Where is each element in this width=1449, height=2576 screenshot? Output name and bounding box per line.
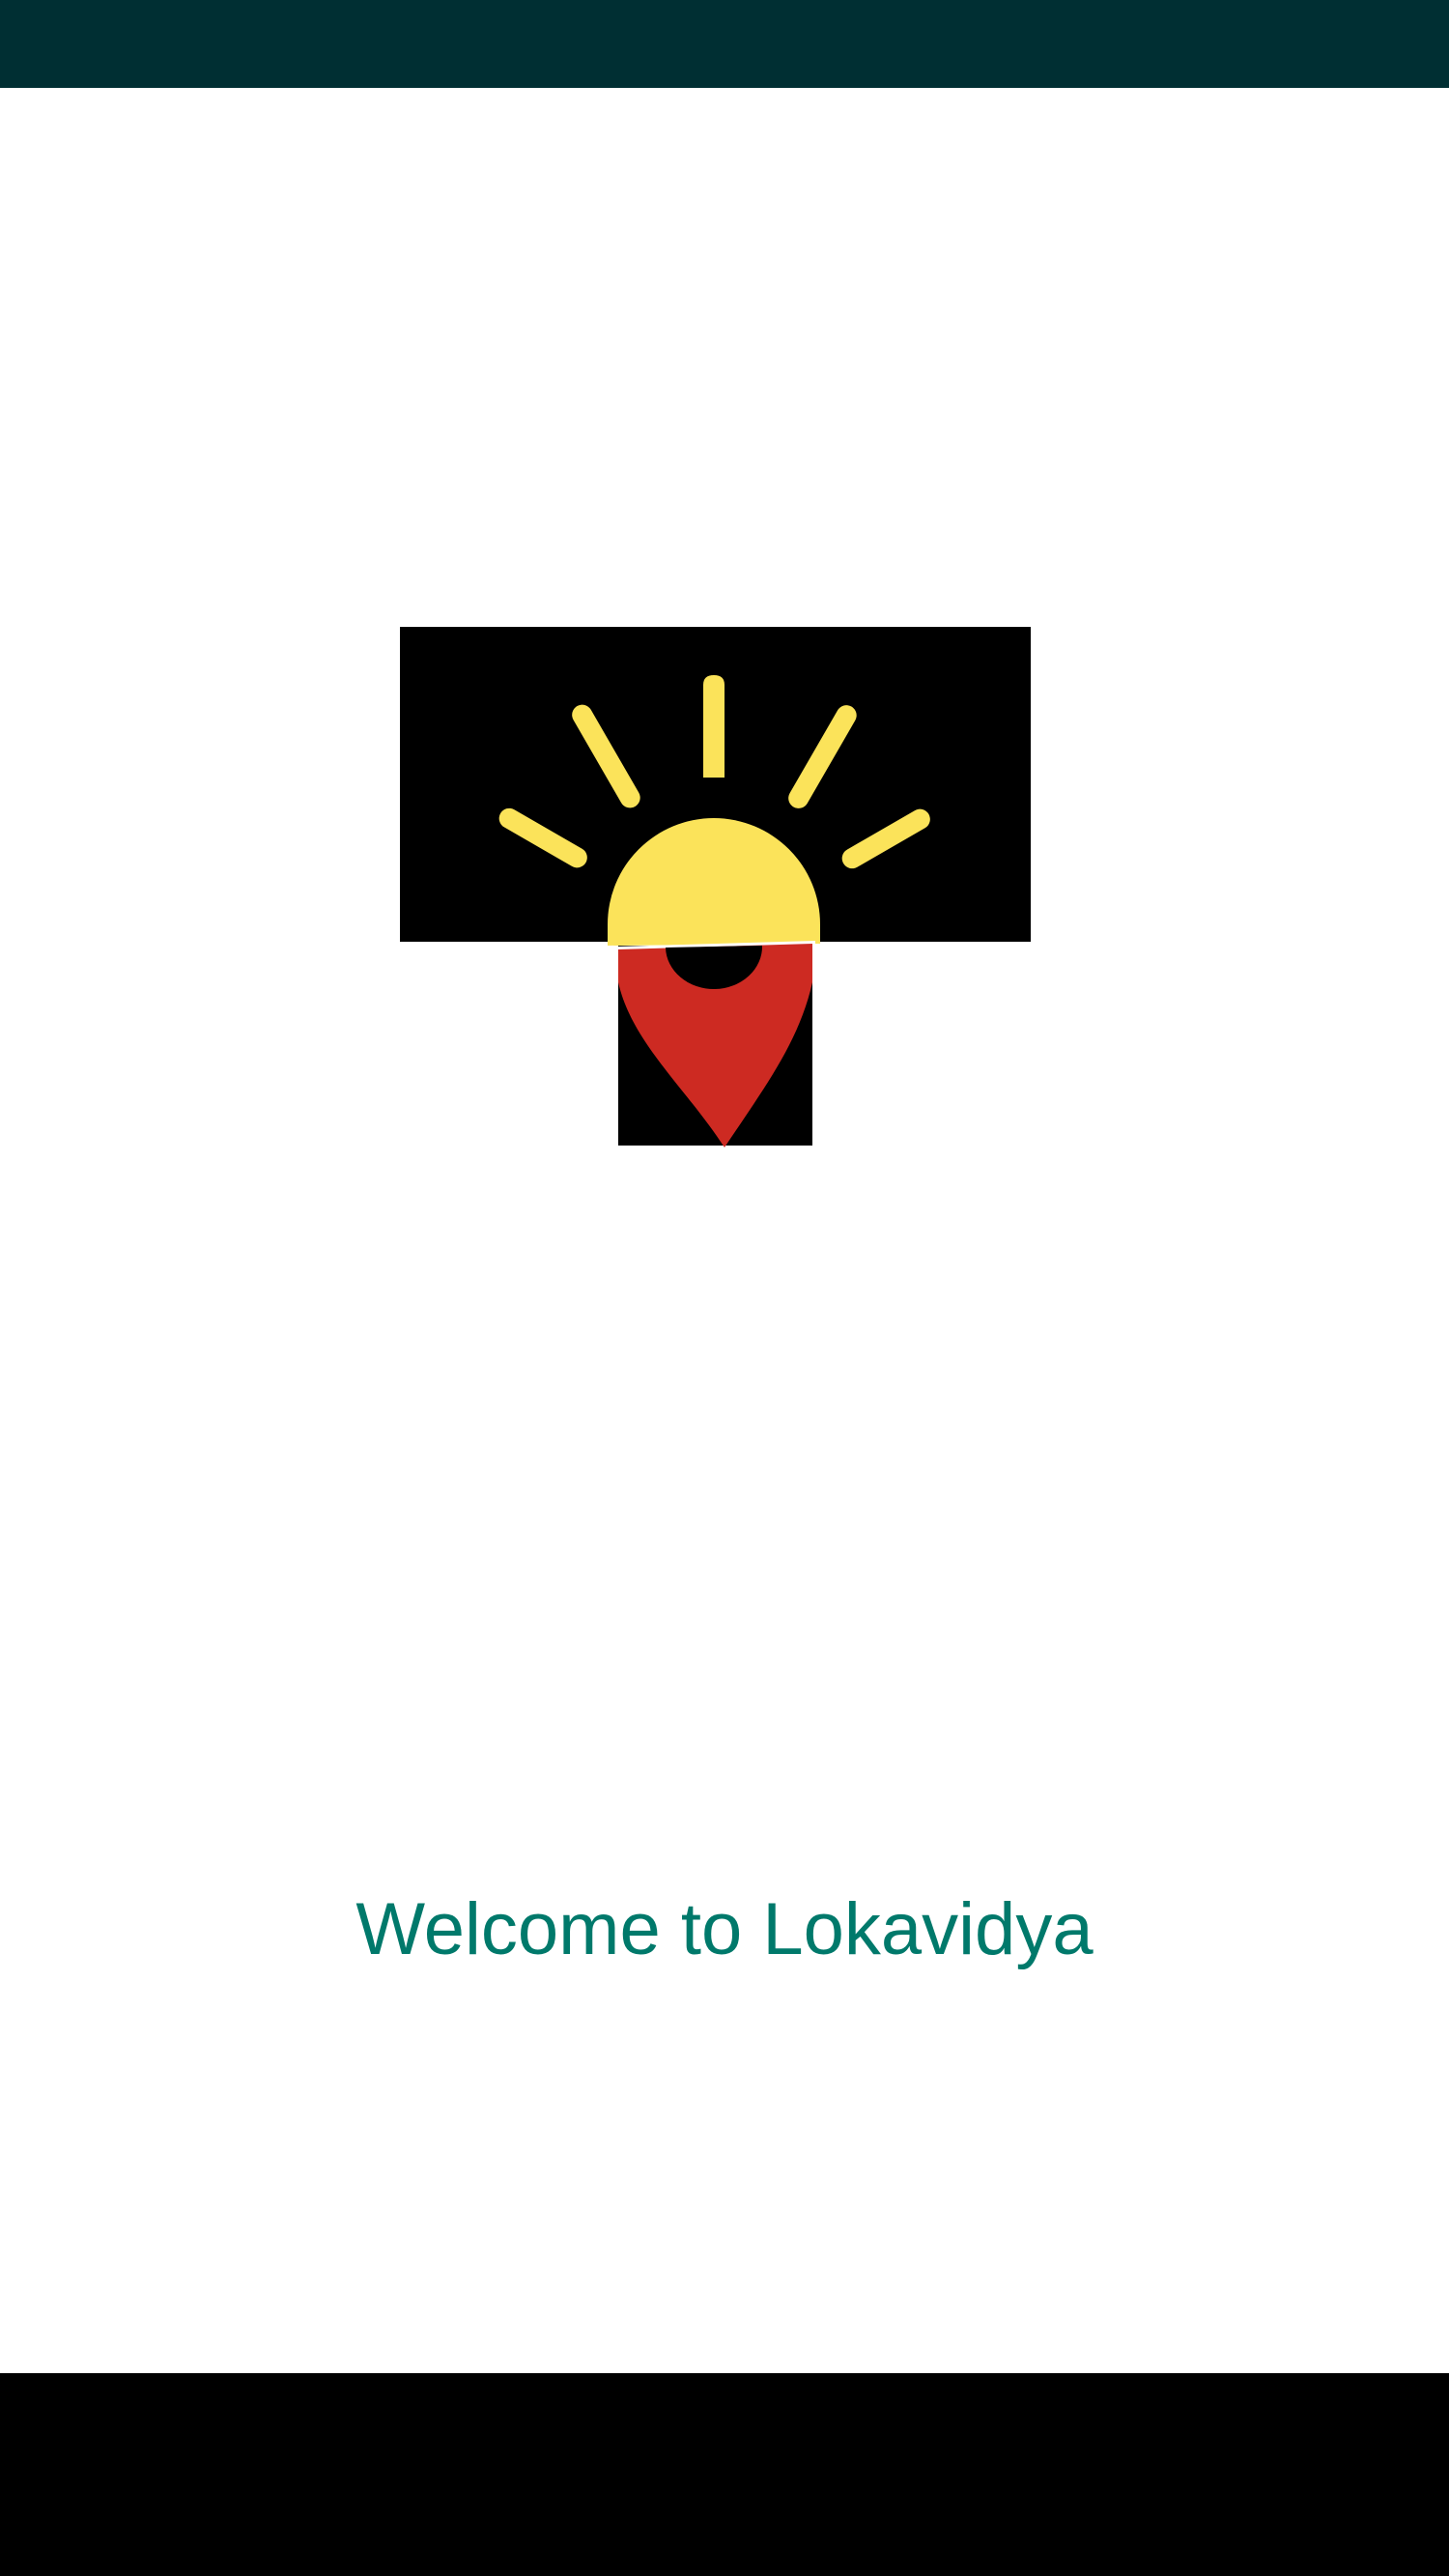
status-bar: [0, 0, 1449, 88]
welcome-message: Welcome to Lokavidya: [355, 1888, 1094, 1970]
splash-screen: Welcome to Lokavidya: [0, 0, 1449, 2576]
navigation-bar: [0, 2373, 1449, 2576]
lokavidya-logo: [398, 625, 1033, 1149]
